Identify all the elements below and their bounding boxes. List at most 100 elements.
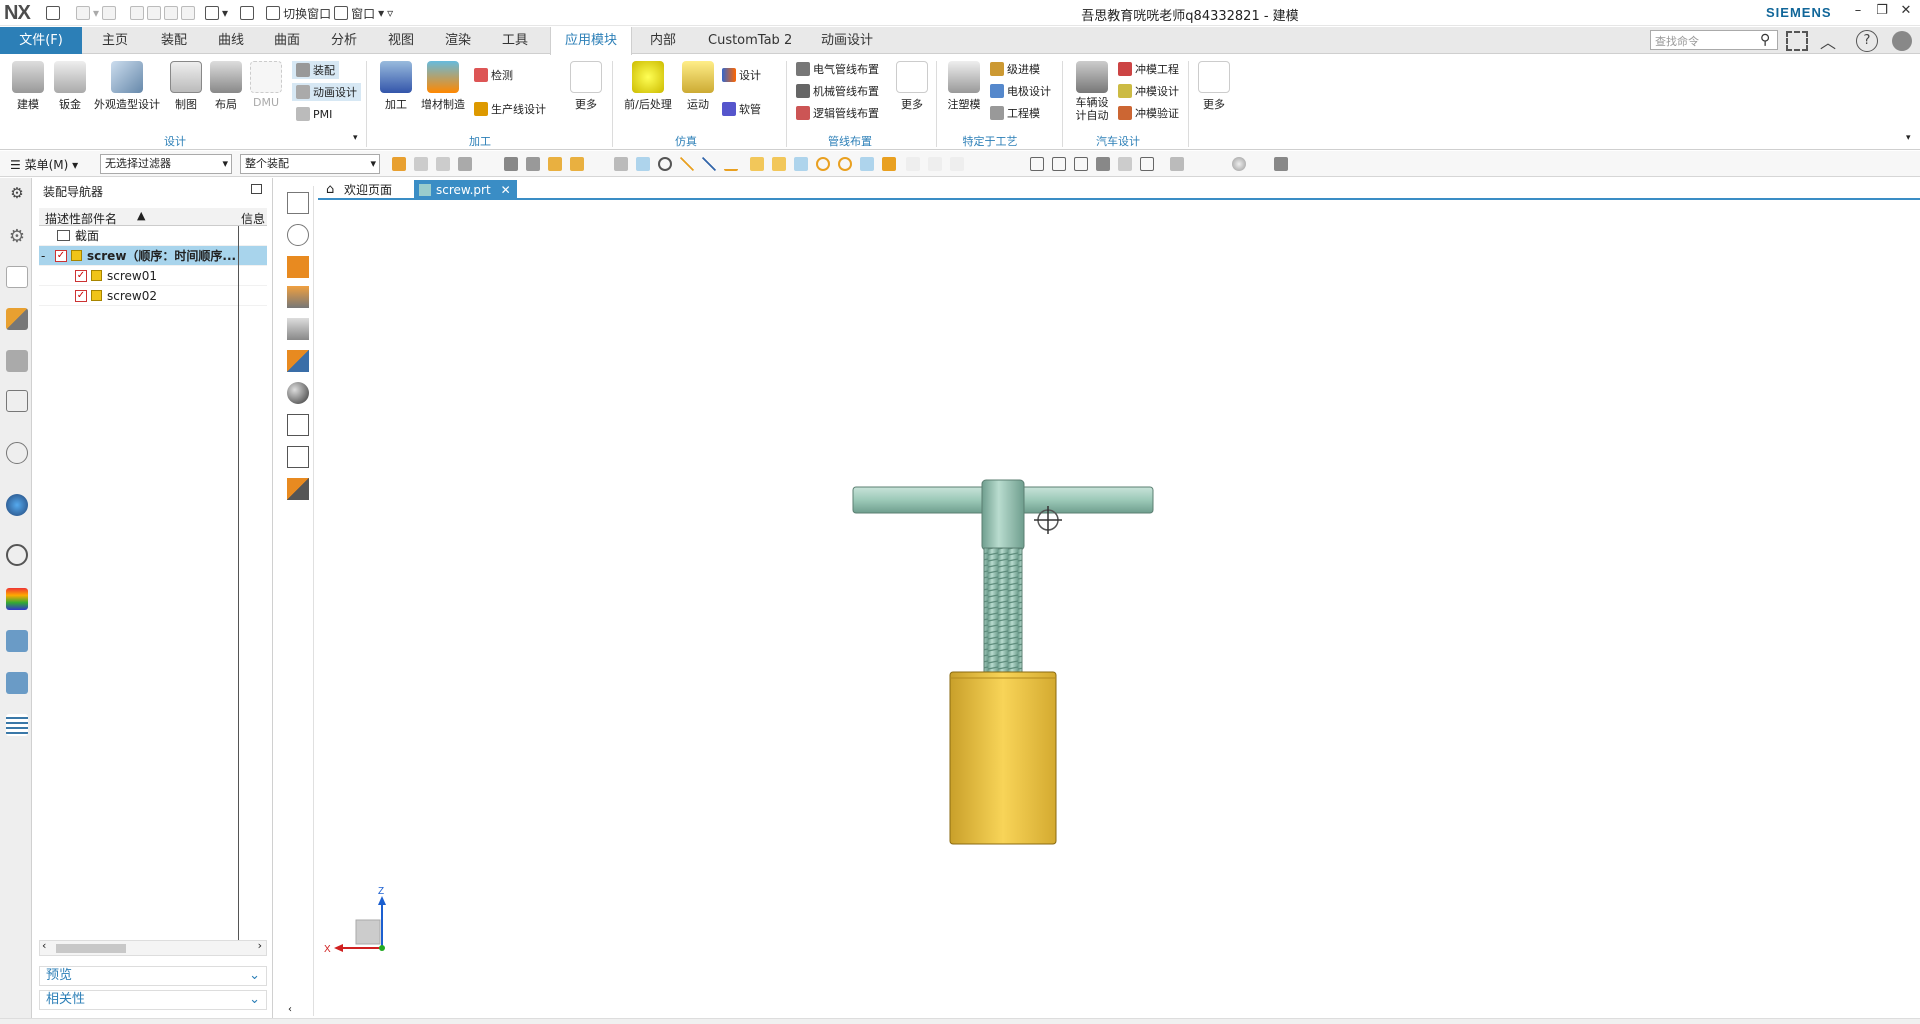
- shaded-sphere-icon[interactable]: [287, 382, 309, 404]
- curve-snap-icon[interactable]: [724, 157, 738, 171]
- tab-home[interactable]: 主页: [94, 27, 136, 54]
- line-designer-button[interactable]: 生产线设计: [474, 101, 546, 117]
- tab-animation-design[interactable]: 动画设计: [813, 27, 881, 54]
- reuse-library-icon[interactable]: [6, 350, 28, 372]
- auto-more-button[interactable]: 更多: [1196, 61, 1232, 112]
- settings-gear-icon[interactable]: ⚙: [6, 184, 28, 206]
- intersection-snap-icon[interactable]: [794, 157, 808, 171]
- sort-ascending-icon[interactable]: ▲: [137, 209, 145, 222]
- tab-welcome-page[interactable]: ⌂ 欢迎页面: [322, 180, 400, 200]
- zoom-icon[interactable]: [1052, 157, 1066, 171]
- tree-row-screw-assembly[interactable]: - ✓ screw（顺序：时间顺序...: [39, 246, 267, 266]
- dependencies-section[interactable]: 相关性 ⌄: [39, 990, 267, 1010]
- scroll-left-icon[interactable]: ‹: [42, 939, 46, 952]
- constraint-navigator-icon[interactable]: [6, 308, 28, 330]
- sim-design-button[interactable]: 设计: [722, 67, 761, 83]
- minimize-icon[interactable]: –: [1848, 3, 1868, 21]
- electrode-design-button[interactable]: 电极设计: [990, 83, 1051, 99]
- spreadsheet-icon[interactable]: [6, 714, 28, 736]
- move-component-icon[interactable]: [287, 286, 309, 308]
- assembly-navigator-icon[interactable]: [6, 266, 28, 288]
- snap-point-icon[interactable]: [504, 157, 518, 171]
- select-component-icon[interactable]: [392, 157, 406, 171]
- graphics-window[interactable]: Z X: [318, 202, 1920, 1018]
- filter-icon[interactable]: [436, 157, 450, 171]
- maximize-panel-icon[interactable]: [251, 184, 262, 194]
- tab-curve[interactable]: 曲线: [210, 27, 252, 54]
- command-search-input[interactable]: 查找命令: [1650, 30, 1778, 50]
- column-info[interactable]: 信息: [241, 210, 265, 227]
- view-cube-icon[interactable]: [614, 157, 628, 171]
- edit-section-icon[interactable]: [1170, 157, 1184, 171]
- collapse-toolbar-icon[interactable]: ‹: [288, 1004, 292, 1015]
- layout-button[interactable]: 布局: [208, 61, 244, 112]
- sheet-metal-button[interactable]: 钣金: [52, 61, 88, 112]
- visibility-checkbox[interactable]: ✓: [55, 250, 67, 262]
- column-descriptive-name[interactable]: 描述性部件名: [45, 210, 117, 227]
- line-snap-icon[interactable]: [680, 157, 694, 171]
- visibility-checkbox[interactable]: ✓: [75, 270, 87, 282]
- tree-row-screw01[interactable]: ✓ screw01: [39, 266, 267, 286]
- tab-view[interactable]: 视图: [380, 27, 422, 54]
- engineering-die-button[interactable]: 工程模: [990, 105, 1040, 121]
- render-style-icon[interactable]: [1118, 157, 1132, 171]
- electrical-routing-button[interactable]: 电气管线布置: [796, 61, 879, 77]
- midpoint-snap-icon[interactable]: [750, 157, 764, 171]
- mold-button[interactable]: 注塑模: [946, 61, 982, 112]
- selection-scope-dropdown[interactable]: 整个装配: [240, 154, 380, 174]
- switch-window-button[interactable]: 切换窗口: [283, 5, 331, 22]
- hose-button[interactable]: 软管: [722, 101, 761, 117]
- point-on-face-icon[interactable]: [906, 157, 920, 171]
- tab-surface[interactable]: 曲面: [266, 27, 308, 54]
- machining-button[interactable]: 加工: [378, 61, 414, 112]
- menu-button[interactable]: ☰ 菜单(M) ▾: [10, 156, 78, 173]
- snap-face-icon[interactable]: [548, 157, 562, 171]
- modeling-button[interactable]: 建模: [10, 61, 46, 112]
- visibility-checkbox[interactable]: ✓: [75, 290, 87, 302]
- delete-icon[interactable]: [287, 414, 309, 436]
- manufacturing-wizard-icon[interactable]: [6, 672, 28, 694]
- fullscreen-icon[interactable]: [1786, 31, 1808, 51]
- repeat-command-icon[interactable]: [205, 6, 220, 20]
- preview-section[interactable]: 预览 ⌄: [39, 966, 267, 986]
- restore-icon[interactable]: ❐: [1872, 3, 1892, 21]
- cut-icon[interactable]: [130, 6, 145, 20]
- rotate-icon[interactable]: [1074, 157, 1088, 171]
- die-engineering-button[interactable]: 冲模工程: [1118, 61, 1179, 77]
- selection-filter-dropdown[interactable]: 无选择过滤器: [100, 154, 232, 174]
- save-view-icon[interactable]: [287, 446, 309, 468]
- additive-mfg-button[interactable]: 增材制造: [418, 61, 468, 112]
- tree-row-sections[interactable]: 截面: [39, 226, 267, 246]
- existing-point-snap-icon[interactable]: [860, 157, 874, 171]
- paste-icon[interactable]: [164, 6, 179, 20]
- bounded-grid-icon[interactable]: [928, 157, 942, 171]
- tab-assembly[interactable]: 装配: [153, 27, 195, 54]
- collapse-toggle-icon[interactable]: -: [41, 246, 45, 266]
- progressive-die-button[interactable]: 级进模: [990, 61, 1040, 77]
- assembly-constraint-icon[interactable]: [287, 350, 309, 372]
- tangent-snap-icon[interactable]: [702, 157, 716, 171]
- routing-more-button[interactable]: 更多: [894, 61, 930, 112]
- orient-view-icon[interactable]: [1096, 157, 1110, 171]
- dmu-button[interactable]: DMU: [248, 61, 284, 109]
- save-icon[interactable]: [46, 6, 60, 20]
- tab-tools[interactable]: 工具: [494, 27, 536, 54]
- view-triad[interactable]: Z X: [324, 886, 386, 955]
- redo-icon[interactable]: [102, 6, 117, 20]
- polar-grid-icon[interactable]: [950, 157, 964, 171]
- snap-curve-icon[interactable]: [526, 157, 540, 171]
- tab-screw-prt[interactable]: screw.prt ✕: [414, 180, 517, 200]
- tab-internal[interactable]: 内部: [642, 27, 684, 54]
- process-studio-icon[interactable]: [6, 630, 28, 652]
- select-feature-icon[interactable]: [414, 157, 428, 171]
- center-snap-icon[interactable]: [658, 157, 672, 171]
- mechanical-routing-button[interactable]: 机械管线布置: [796, 83, 879, 99]
- type-filter-icon[interactable]: [458, 157, 472, 171]
- screw01-t-handle[interactable]: [852, 479, 1154, 675]
- snap-body-icon[interactable]: [570, 157, 584, 171]
- user-icon[interactable]: [1892, 31, 1912, 51]
- search-icon[interactable]: ⚲: [1760, 32, 1770, 48]
- close-icon[interactable]: ✕: [1896, 3, 1916, 21]
- history-icon[interactable]: [6, 544, 28, 566]
- die-design-button[interactable]: 冲模设计: [1118, 83, 1179, 99]
